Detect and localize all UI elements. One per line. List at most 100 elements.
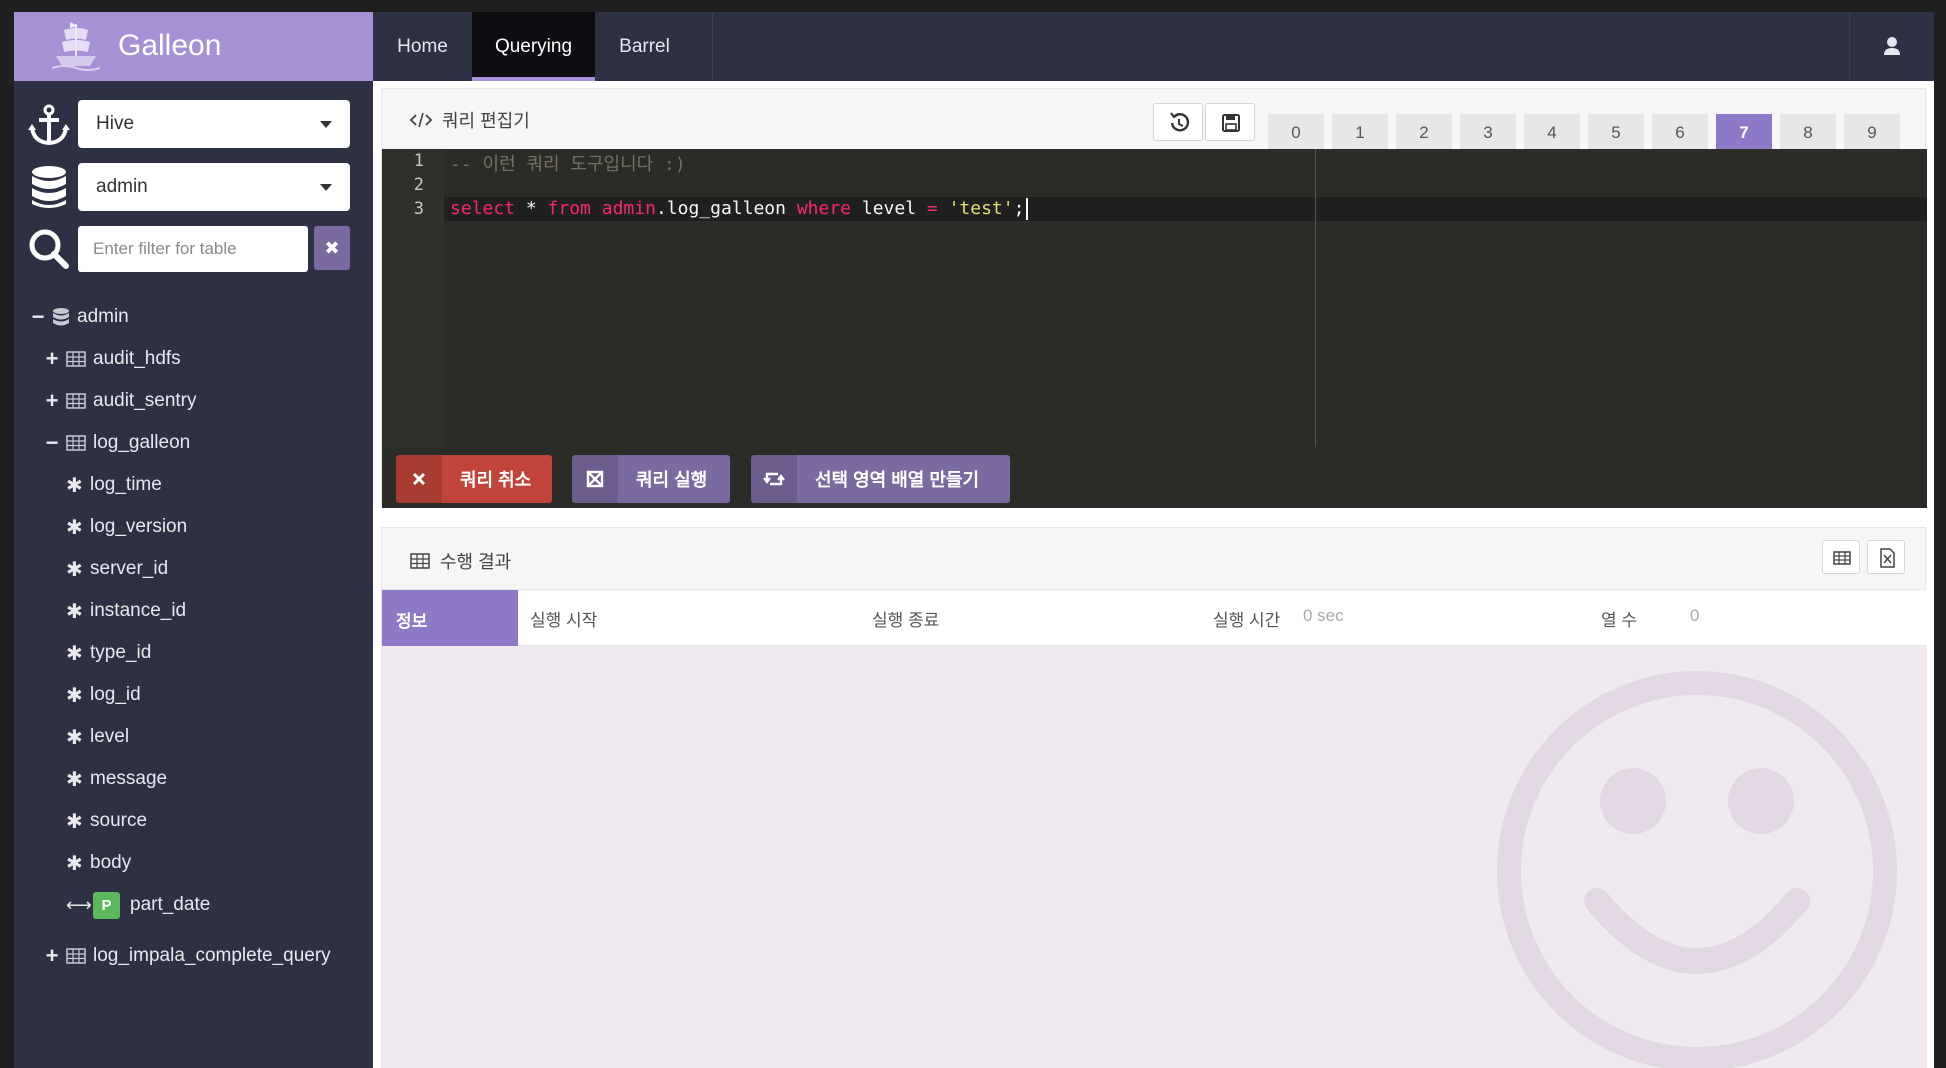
editor-actions: 쿼리 취소 쿼리 실행 선택 영역 배열 만들기	[382, 447, 1927, 508]
tab-barrel[interactable]: Barrel	[595, 12, 694, 81]
tree-table-log-impala-complete-query[interactable]: + log_impala_complete_query	[44, 941, 331, 971]
double-arrow-icon: ⟷	[66, 894, 92, 915]
sql-keyword: where	[796, 198, 852, 219]
export-excel-button[interactable]	[1867, 540, 1905, 574]
tree-column-label: log_id	[90, 684, 141, 705]
engine-select[interactable]: Hive	[78, 100, 350, 148]
brand-header[interactable]: Galleon	[14, 12, 373, 81]
sql-operator: =	[926, 198, 938, 219]
tree-column-label: server_id	[90, 558, 169, 579]
user-menu-button[interactable]	[1849, 12, 1934, 81]
editor-tab-2[interactable]: 2	[1396, 114, 1452, 152]
excel-file-icon	[1880, 548, 1895, 568]
tab-home[interactable]: Home	[373, 12, 472, 81]
tree-column[interactable]: ✱ level	[66, 722, 129, 752]
tree-table-log-galleon[interactable]: − log_galleon	[44, 428, 191, 458]
app-window: Galleon Hive admin ✖	[14, 12, 1934, 1068]
tree-column[interactable]: ✱ type_id	[66, 638, 151, 668]
database-icon	[53, 308, 69, 326]
collapse-icon[interactable]: −	[44, 432, 60, 454]
expand-icon[interactable]: +	[44, 390, 60, 412]
tree-column[interactable]: ✱ server_id	[66, 554, 168, 584]
make-array-button[interactable]: 선택 영역 배열 만들기	[751, 455, 1010, 503]
editor-tab-4[interactable]: 4	[1524, 114, 1580, 152]
editor-tab-7[interactable]: 7	[1716, 114, 1772, 152]
tree-column[interactable]: ✱ message	[66, 764, 167, 794]
search-icon	[29, 229, 69, 269]
table-view-button[interactable]	[1822, 540, 1860, 574]
make-array-label: 선택 영역 배열 만들기	[815, 470, 980, 490]
nav-divider	[712, 12, 713, 81]
column-count-label: 열 수	[1601, 611, 1638, 630]
app-name: Galleon	[118, 29, 222, 62]
tree-column-label: type_id	[90, 642, 152, 663]
text-cursor	[1026, 198, 1029, 220]
sql-text: ;	[1013, 198, 1025, 219]
editor-tab-0[interactable]: 0	[1268, 114, 1324, 152]
expand-icon[interactable]: +	[44, 348, 60, 370]
database-select[interactable]: admin	[78, 163, 350, 211]
cancel-query-button[interactable]: 쿼리 취소	[396, 455, 552, 503]
history-button[interactable]	[1153, 103, 1203, 141]
table-filter-input[interactable]	[78, 226, 308, 272]
tree-partition-column[interactable]: ⟷ P part_date	[66, 890, 210, 920]
top-nav: Home Querying Barrel	[373, 12, 1934, 81]
asterisk-icon: ✱	[66, 852, 83, 875]
expand-icon[interactable]: +	[44, 945, 60, 967]
query-editor-panel: 쿼리 편집기 0 1 2 3 4 5 6 7 8 9 1 2 3 -- 이런 쿼…	[381, 88, 1927, 508]
tree-table-audit-sentry[interactable]: + audit_sentry	[44, 386, 197, 416]
tree-column-label: instance_id	[90, 600, 187, 621]
asterisk-icon: ✱	[66, 768, 83, 791]
asterisk-icon: ✱	[66, 474, 83, 497]
chevron-down-icon	[320, 121, 332, 128]
table-icon	[66, 351, 86, 367]
asterisk-icon: ✱	[66, 642, 83, 665]
tree-column[interactable]: ✱ log_id	[66, 680, 141, 710]
tree-column-label: log_version	[90, 516, 188, 537]
end-time-label: 실행 종료	[872, 611, 940, 630]
filter-clear-button[interactable]: ✖	[314, 226, 350, 270]
tree-db-label: admin	[77, 306, 129, 327]
result-title-text: 수행 결과	[440, 552, 512, 572]
tree-column[interactable]: ✱ body	[66, 848, 131, 878]
tab-querying[interactable]: Querying	[472, 12, 595, 81]
editor-title: 쿼리 편집기	[410, 107, 530, 133]
tree-column[interactable]: ✱ log_version	[66, 512, 187, 542]
sql-keyword: from	[547, 198, 591, 219]
code-icon	[410, 112, 432, 128]
code-line-1: -- 이런 쿼리 도구입니다 :)	[450, 154, 686, 175]
tree-column-label: body	[90, 852, 132, 873]
editor-tab-3[interactable]: 3	[1460, 114, 1516, 152]
history-icon	[1170, 112, 1190, 132]
tree-column[interactable]: ✱ instance_id	[66, 596, 186, 626]
editor-tab-9[interactable]: 9	[1844, 114, 1900, 152]
table-icon	[66, 393, 86, 409]
tree-db-admin[interactable]: − admin	[30, 302, 129, 332]
tree-table-audit-hdfs[interactable]: + audit_hdfs	[44, 344, 181, 374]
save-button[interactable]	[1205, 103, 1255, 141]
tree-column[interactable]: ✱ source	[66, 806, 147, 836]
tree-table-label: log_impala_complete_query	[93, 945, 331, 966]
database-icon	[32, 166, 66, 208]
asterisk-icon: ✱	[66, 516, 83, 539]
execution-info-row: 정보 실행 시작 실행 종료 실행 시간 0 sec 열 수 0	[382, 590, 1927, 646]
editor-tab-5[interactable]: 5	[1588, 114, 1644, 152]
run-query-label: 쿼리 실행	[636, 470, 708, 490]
tree-column[interactable]: ✱ log_time	[66, 470, 162, 500]
editor-tab-8[interactable]: 8	[1780, 114, 1836, 152]
table-icon	[410, 553, 430, 569]
collapse-icon[interactable]: −	[30, 306, 46, 328]
code-editor[interactable]: 1 2 3 -- 이런 쿼리 도구입니다 :) select * from ad…	[382, 149, 1927, 447]
table-icon	[66, 435, 86, 451]
close-icon	[396, 455, 442, 503]
table-icon	[66, 948, 86, 964]
duration-label: 실행 시간	[1213, 611, 1281, 630]
code-line-3: select * from admin.log_galleon where le…	[450, 198, 1029, 220]
sql-text: *	[515, 198, 548, 219]
run-query-button[interactable]: 쿼리 실행	[572, 455, 730, 503]
editor-tab-6[interactable]: 6	[1652, 114, 1708, 152]
asterisk-icon: ✱	[66, 558, 83, 581]
editor-tab-1[interactable]: 1	[1332, 114, 1388, 152]
